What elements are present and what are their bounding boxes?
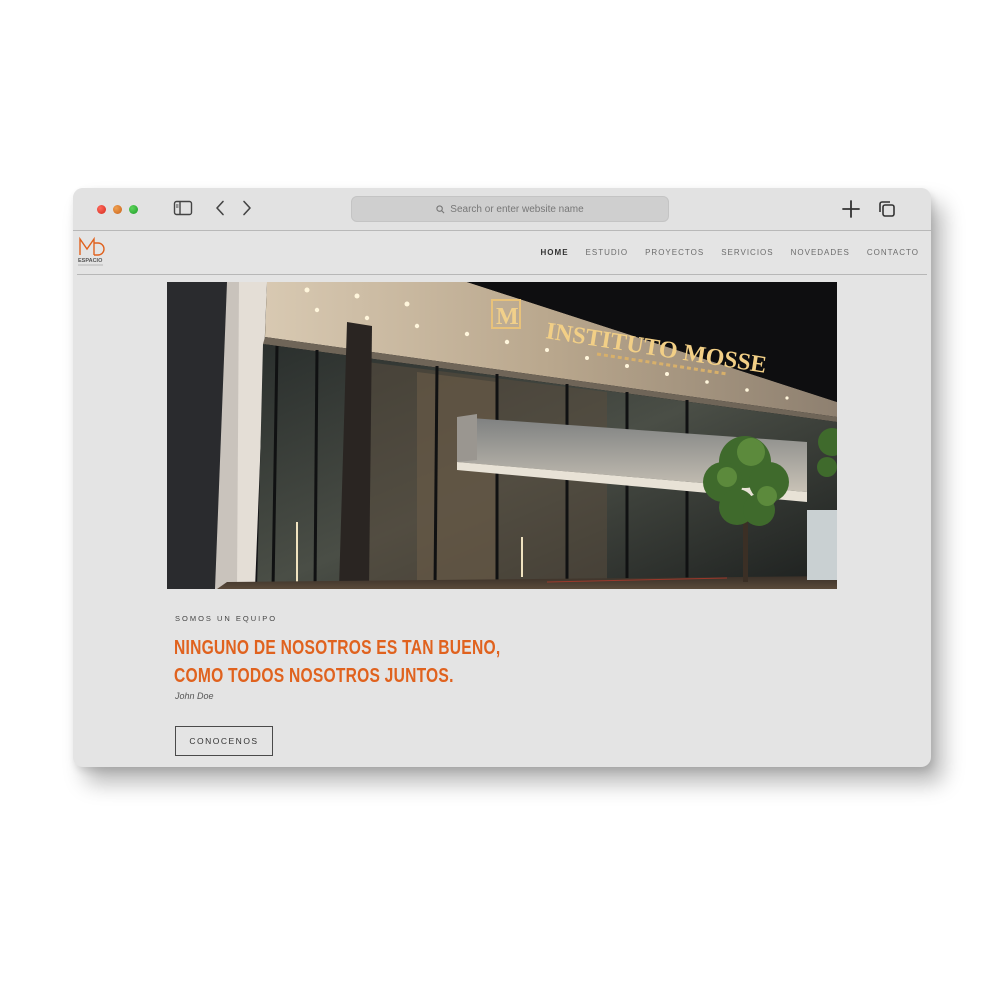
section-eyebrow: SOMOS UN EQUIPO [175,614,278,623]
page-background: Search or enter website name ESPACIO HOM… [0,0,1000,1000]
site-logo[interactable]: ESPACIO [77,235,107,271]
site-header: ESPACIO HOME ESTUDIO PROYECTOS SERVICIOS… [73,231,931,275]
minimize-window-button[interactable] [113,205,122,214]
nav-item-proyectos[interactable]: PROYECTOS [645,248,704,257]
headline-line-1: NINGUNO DE NOSOTROS ES TAN BUENO, [174,637,501,659]
address-bar[interactable]: Search or enter website name [351,196,669,222]
main-navigation: HOME ESTUDIO PROYECTOS SERVICIOS NOVEDAD… [541,248,919,257]
headline-line-2: COMO TODOS NOSOTROS JUNTOS. [174,665,454,687]
nav-item-servicios[interactable]: SERVICIOS [721,248,773,257]
quote-author: John Doe [175,691,214,701]
new-tab-icon[interactable] [841,199,863,219]
close-window-button[interactable] [97,205,106,214]
nav-item-estudio[interactable]: ESTUDIO [586,248,629,257]
nav-item-contacto[interactable]: CONTACTO [867,248,919,257]
svg-text:ESPACIO: ESPACIO [78,258,103,264]
header-divider [77,274,927,275]
svg-text:M: M [496,304,519,330]
page-headline: NINGUNO DE NOSOTROS ES TAN BUENO, COMO T… [174,634,502,690]
address-placeholder: Search or enter website name [450,203,584,215]
sidebar-toggle-icon[interactable] [173,199,195,219]
browser-window: Search or enter website name ESPACIO HOM… [73,188,931,767]
nav-item-home[interactable]: HOME [541,248,569,257]
maximize-window-button[interactable] [129,205,138,214]
search-icon [436,204,445,213]
tab-overview-icon[interactable] [877,199,899,219]
browser-toolbar: Search or enter website name [73,188,931,231]
forward-arrow-icon[interactable] [237,199,259,219]
nav-item-novedades[interactable]: NOVEDADES [791,248,850,257]
back-arrow-icon[interactable] [211,199,233,219]
conocenos-button[interactable]: CONOCENOS [175,726,273,756]
hero-image: M INSTITUTO MOSSE [167,282,837,589]
